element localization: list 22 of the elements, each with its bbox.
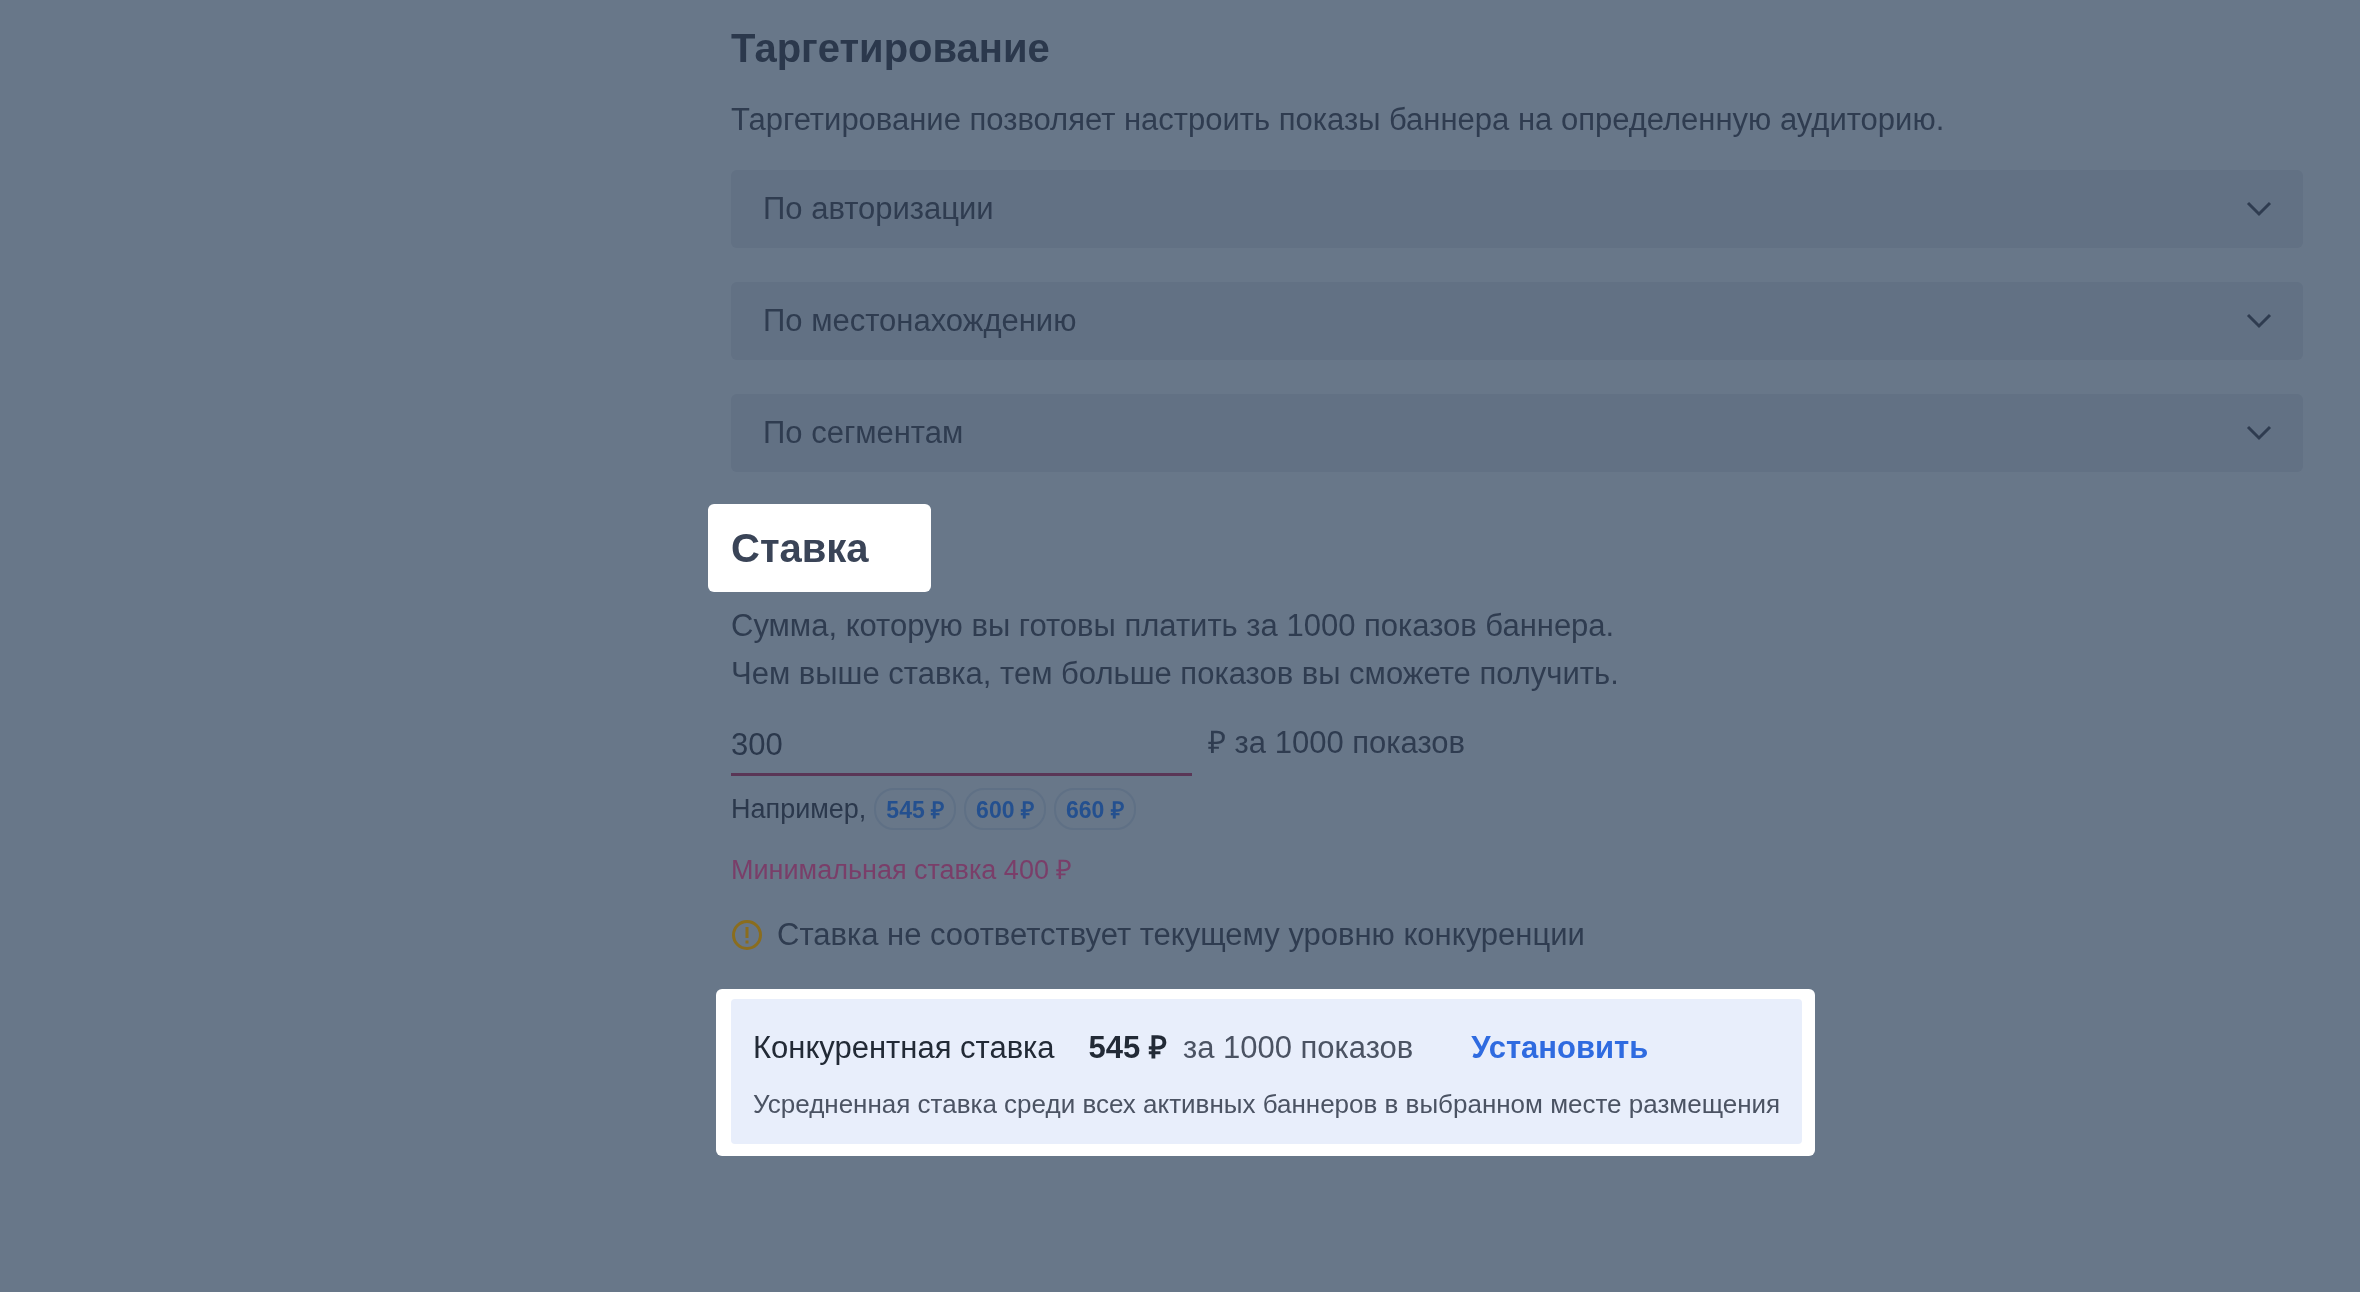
example-chip[interactable]: 600 ₽ bbox=[964, 788, 1046, 830]
competitive-bid-note: Усредненная ставка среди всех активных баннеров в выбранном месте размещения bbox=[753, 1089, 1781, 1120]
bid-description: Сумма, которую вы готовы платить за 1000 показов баннера. bbox=[731, 607, 1616, 645]
section-title: Таргетирование bbox=[731, 25, 1050, 72]
chevron-icon bbox=[2245, 312, 2273, 330]
input-suffix: ₽ за 1000 показов bbox=[1208, 724, 1465, 762]
bid-description: Чем выше ставка, тем больше показов вы сможете получить. bbox=[731, 655, 1620, 693]
examples-label: Например, bbox=[731, 793, 867, 825]
competitive-bid-label: Конкурентная ставка bbox=[753, 1030, 1055, 1066]
example-chip[interactable]: 545 ₽ bbox=[874, 788, 957, 830]
section-title: Ставка bbox=[708, 504, 931, 592]
competitive-bid-amount: 545 ₽ bbox=[1088, 1029, 1167, 1067]
warning-icon bbox=[731, 919, 763, 951]
section-description: Таргетирование позволяет настроить показы баннера на определенную аудиторию. bbox=[731, 101, 1946, 139]
chevron-icon bbox=[2245, 200, 2273, 218]
bid-input-field[interactable]: 300 bbox=[731, 721, 1192, 776]
competitive-bid-suffix: за 1000 показов bbox=[1182, 1030, 1414, 1066]
example-chip[interactable]: 660 ₽ bbox=[1053, 788, 1136, 830]
min-bid-error: Минимальная ставка 400 ₽ bbox=[731, 854, 1074, 887]
warning-text: Ставка не соответствует текущему уровню конкуренции bbox=[777, 917, 1585, 953]
chevron-icon bbox=[2245, 424, 2273, 442]
set-bid-link[interactable]: Установить bbox=[1471, 1030, 1649, 1066]
